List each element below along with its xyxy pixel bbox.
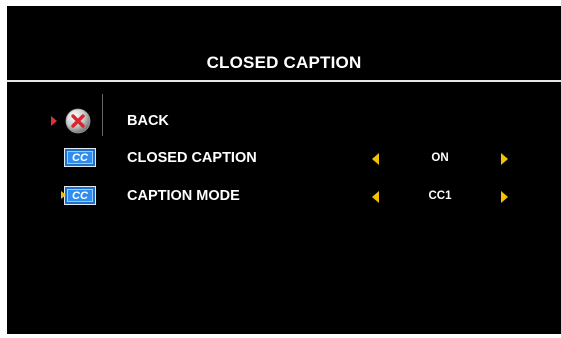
menu-item-caption-mode[interactable]: CC CAPTION MODE CC1 — [7, 184, 561, 210]
arrow-right-icon[interactable] — [501, 153, 508, 165]
back-icon — [65, 108, 91, 134]
selected-marker-icon — [61, 191, 66, 199]
arrow-left-icon[interactable] — [372, 153, 379, 165]
menu-title: CLOSED CAPTION — [206, 53, 362, 72]
menu-item-back[interactable]: BACK — [7, 94, 561, 136]
cc-icon-text: CC — [67, 189, 93, 202]
cc-icon: CC — [64, 148, 96, 167]
cc-icon: CC — [61, 186, 96, 205]
menu-item-label: BACK — [127, 113, 169, 129]
menu-item-closed-caption[interactable]: CC CLOSED CAPTION ON — [7, 146, 561, 172]
cc-icon-text: CC — [67, 151, 93, 164]
osd-screen: CLOSED CAPTION BACK CC CLOSED CAPTION ON — [7, 6, 561, 334]
title-divider — [7, 80, 561, 82]
selection-pointer-icon — [51, 116, 57, 126]
menu-item-value: CC1 — [428, 190, 452, 202]
arrow-left-icon[interactable] — [372, 191, 379, 203]
menu-item-value: ON — [431, 152, 449, 164]
menu-item-label: CAPTION MODE — [127, 188, 240, 204]
arrow-right-icon[interactable] — [501, 191, 508, 203]
icon-divider — [102, 94, 103, 136]
menu-item-label: CLOSED CAPTION — [127, 150, 257, 166]
